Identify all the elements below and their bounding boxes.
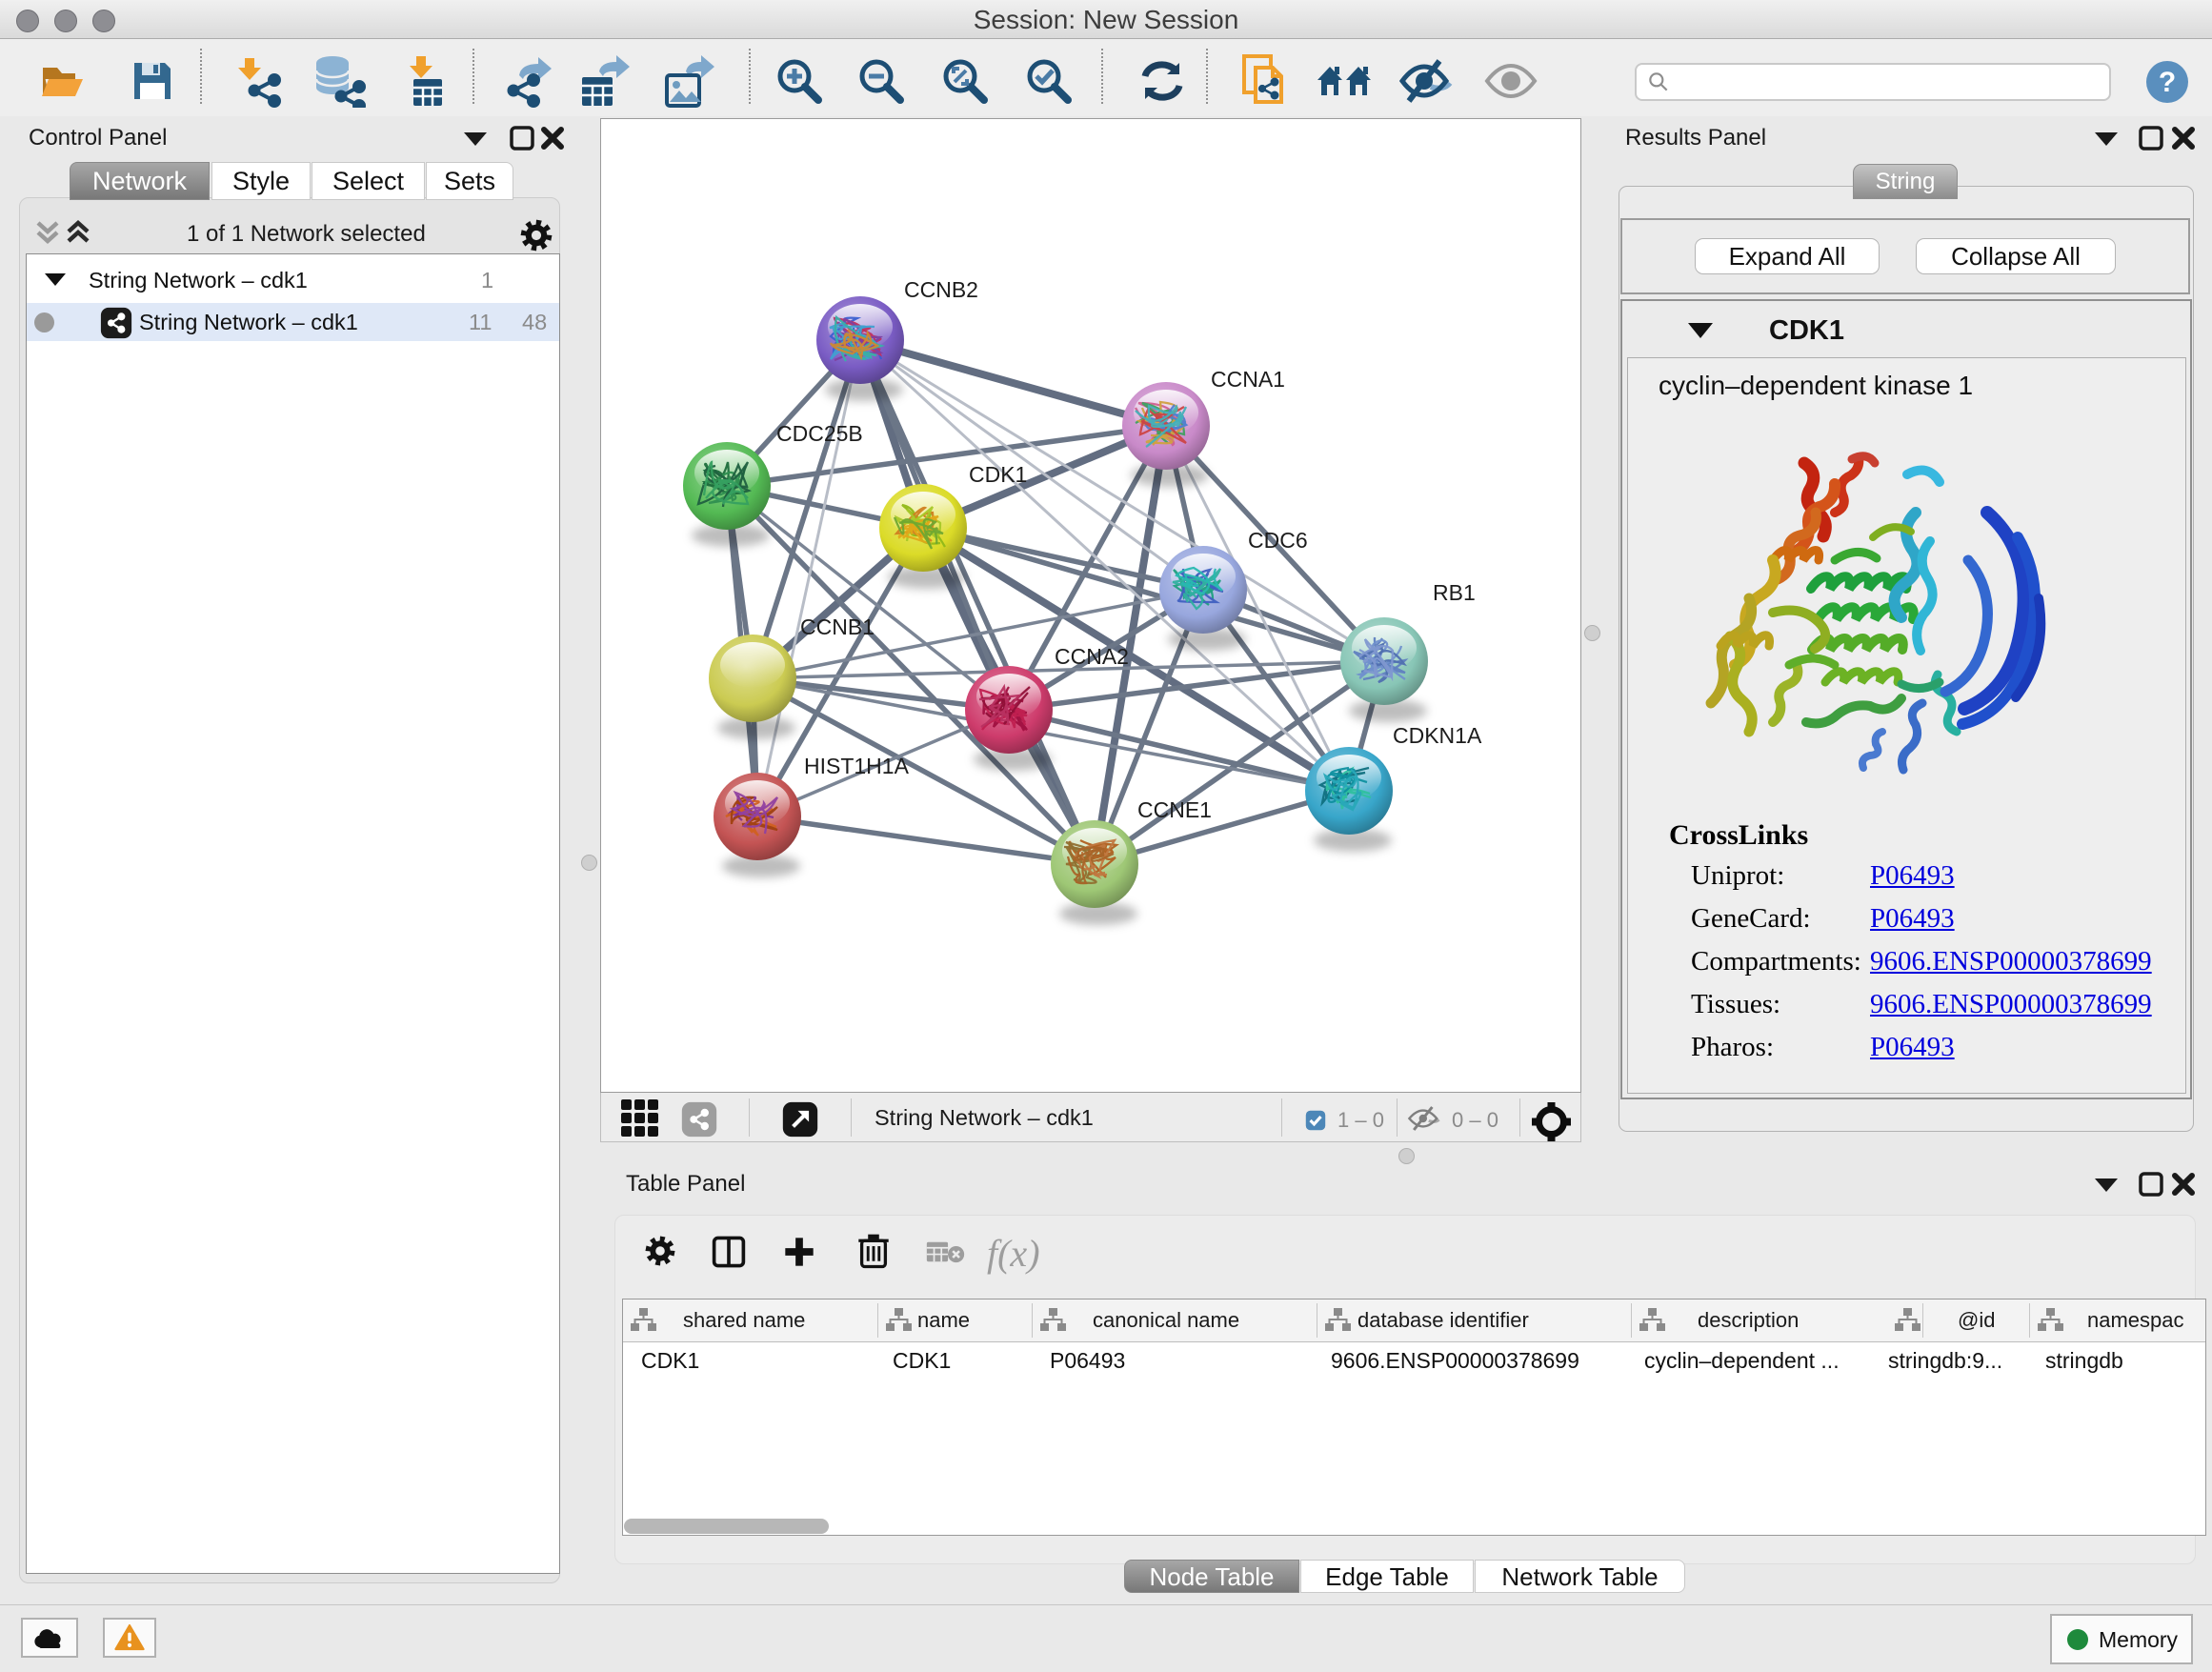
svg-text:CDK1: CDK1 [969, 462, 1027, 487]
svg-text:CCNA2: CCNA2 [1055, 644, 1129, 669]
svg-text:CCNB2: CCNB2 [904, 277, 978, 302]
svg-text:?: ? [2159, 67, 2176, 98]
svg-text:RB1: RB1 [1433, 580, 1476, 605]
svg-text:CDC6: CDC6 [1248, 528, 1308, 553]
svg-text:CCNA1: CCNA1 [1211, 367, 1285, 392]
svg-text:CDC25B: CDC25B [776, 421, 863, 446]
svg-text:CDKN1A: CDKN1A [1393, 723, 1482, 748]
svg-text:HIST1H1A: HIST1H1A [804, 754, 910, 778]
svg-text:CCNE1: CCNE1 [1137, 797, 1212, 822]
svg-text:CCNB1: CCNB1 [800, 614, 875, 639]
